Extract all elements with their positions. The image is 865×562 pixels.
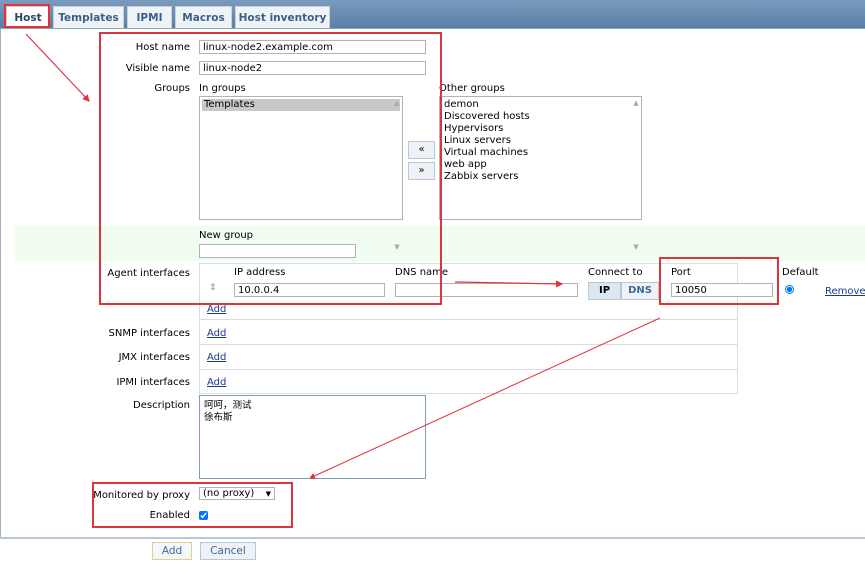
annotation-arrows [25,33,661,479]
